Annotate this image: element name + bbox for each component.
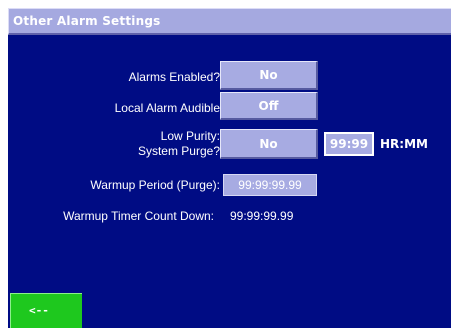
back-arrow-icon: <-- bbox=[29, 304, 49, 317]
warmup-timer-value: 99:99:99.99 bbox=[230, 209, 294, 223]
warmup-timer-label: Warmup Timer Count Down: bbox=[63, 209, 214, 223]
low-purity-time-input[interactable]: 99:99 bbox=[324, 132, 374, 156]
low-purity-label-line2: System Purge? bbox=[137, 144, 220, 158]
alarms-enabled-button[interactable]: No bbox=[220, 61, 318, 90]
page-title: Other Alarm Settings bbox=[13, 14, 161, 28]
local-alarm-audible-label: Local Alarm Audible bbox=[114, 101, 220, 115]
warmup-period-input[interactable]: 99:99:99.99 bbox=[223, 174, 317, 196]
low-purity-purge-button[interactable]: No bbox=[220, 129, 318, 159]
local-alarm-audible-button[interactable]: Off bbox=[220, 92, 318, 120]
warmup-period-label: Warmup Period (Purge): bbox=[90, 178, 220, 192]
title-bar: Other Alarm Settings bbox=[8, 8, 451, 35]
alarms-enabled-label: Alarms Enabled? bbox=[128, 70, 220, 84]
alarm-settings-screen: Other Alarm Settings Alarms Enabled? No … bbox=[8, 8, 451, 328]
back-button[interactable]: <-- bbox=[10, 293, 82, 328]
low-purity-label-line1: Low Purity: bbox=[160, 129, 220, 143]
low-purity-time-unit: HR:MM bbox=[380, 137, 428, 151]
